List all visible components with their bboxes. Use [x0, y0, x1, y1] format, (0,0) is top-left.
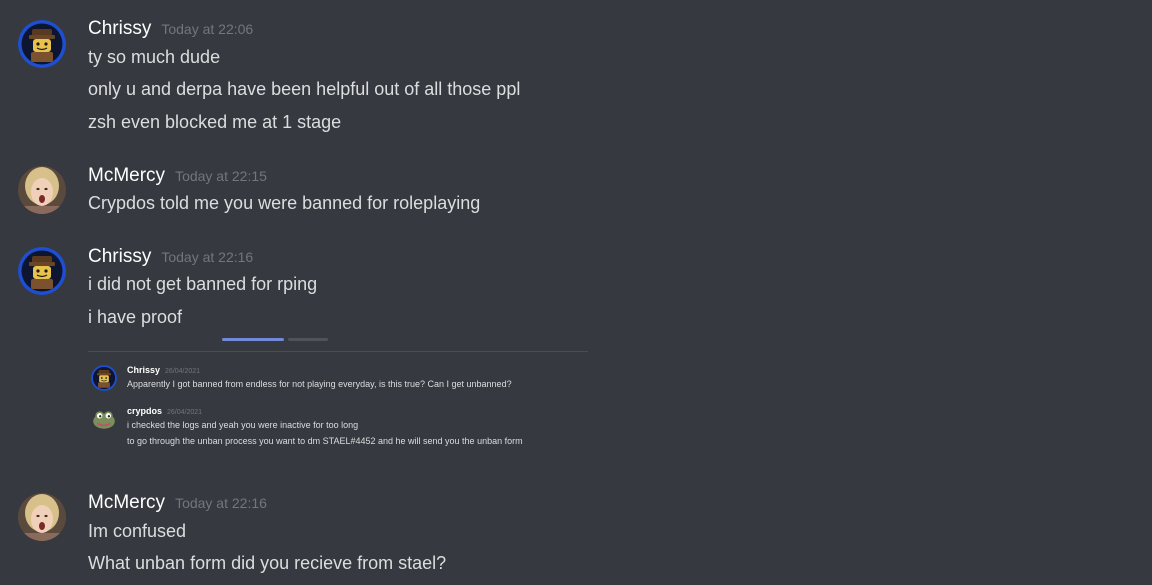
embedded-author-name: crypdos [127, 406, 163, 416]
message-text: What unban form did you recieve from sta… [88, 553, 447, 573]
image-attachment[interactable]: Chrissy 26/04/2021 Apparently I got banne… [88, 336, 588, 461]
lego-figure-avatar[interactable] [18, 247, 66, 295]
author-name[interactable]: Chrissy [88, 246, 151, 267]
embedded-author-name: Chrissy [127, 365, 161, 375]
indicator-active [222, 338, 284, 341]
message-timestamp: Today at 22:16 [161, 249, 254, 265]
message-author[interactable]: McMercy Today at 22:15 [88, 165, 267, 187]
message-timestamp: Today at 22:15 [175, 168, 267, 184]
message-author[interactable]: Chrissy Today at 22:16 [88, 246, 253, 268]
message-text: Crypdos told me you were banned for role… [88, 193, 481, 213]
lego-figure-avatar [91, 365, 117, 391]
author-name[interactable]: McMercy [88, 492, 165, 513]
embedded-text: Apparently I got banned from endless for… [127, 379, 512, 389]
divider [88, 351, 588, 352]
message-text: i did not get banned for rping [88, 274, 318, 294]
message-text: only u and derpa have been helpful out o… [88, 79, 521, 99]
message-text: zsh even blocked me at 1 stage [88, 112, 342, 132]
lego-figure-avatar[interactable] [18, 20, 66, 68]
embedded-text: to go through the unban process you want… [127, 436, 523, 446]
surprised-woman-avatar[interactable] [18, 166, 66, 214]
embedded-author: crypdos 26/04/2021 [127, 406, 202, 416]
embedded-timestamp: 26/04/2021 [165, 368, 201, 375]
message-text: ty so much dude [88, 47, 221, 67]
embedded-author: Chrissy 26/04/2021 [127, 365, 200, 375]
message-author[interactable]: McMercy Today at 22:16 [88, 492, 267, 514]
frog-avatar [91, 406, 117, 432]
message-text: Im confused [88, 521, 187, 541]
message-timestamp: Today at 22:06 [161, 21, 254, 37]
author-name[interactable]: McMercy [88, 165, 165, 186]
message-author[interactable]: Chrissy Today at 22:06 [88, 18, 253, 40]
indicator-inactive [288, 338, 328, 341]
message-text: i have proof [88, 307, 183, 327]
embedded-text: i checked the logs and yeah you were ina… [127, 420, 359, 430]
surprised-woman-avatar[interactable] [18, 493, 66, 541]
message-timestamp: Today at 22:16 [175, 495, 267, 511]
embedded-timestamp: 26/04/2021 [167, 409, 203, 416]
author-name[interactable]: Chrissy [88, 18, 151, 39]
